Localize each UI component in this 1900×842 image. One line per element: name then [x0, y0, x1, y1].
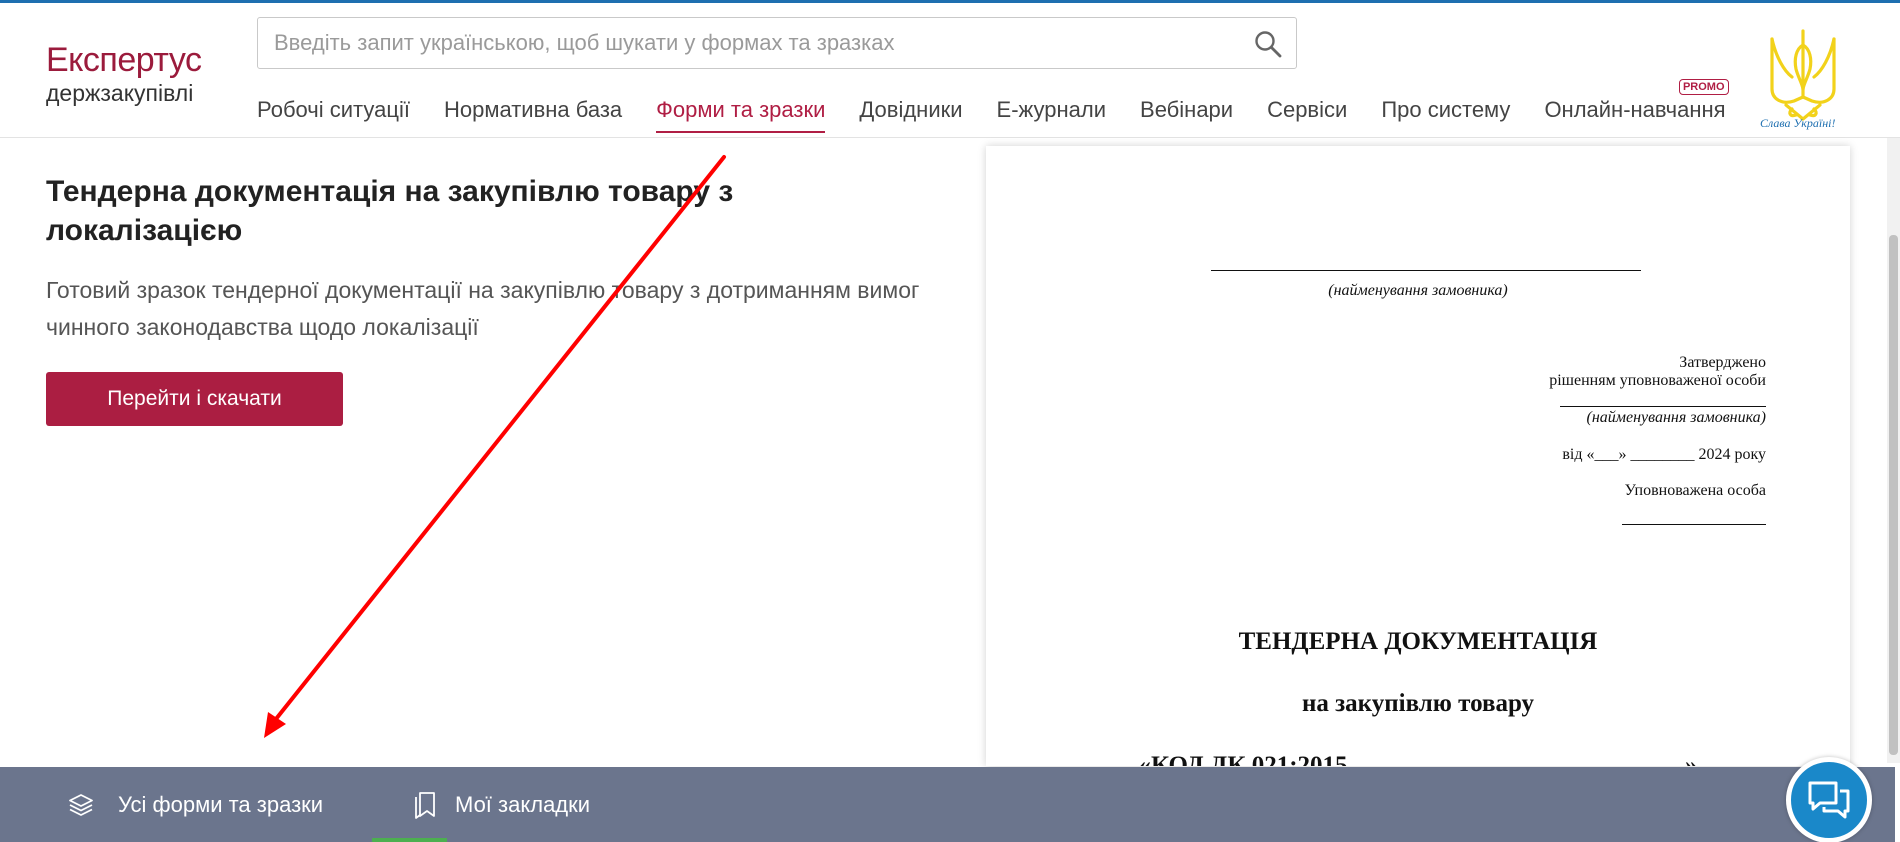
search-box [257, 17, 1297, 69]
logo[interactable]: Експертус держзакупівлі [46, 41, 202, 107]
all-forms-label: Усі форми та зразки [118, 791, 324, 817]
page: Експертус держзакупівлі Робочі ситуації … [0, 0, 1900, 842]
approval-date: від «___» ________ 2024 року [1562, 446, 1766, 463]
main-nav: Робочі ситуації Нормативна база Форми та… [257, 79, 1729, 135]
layers-icon [69, 793, 93, 816]
preview-heading-dk-code: «КОД ДК 021:2015 — _____________________… [1138, 752, 1698, 766]
customer-name-line [1211, 270, 1641, 271]
promo-badge: PROMO [1678, 79, 1729, 95]
bottom-bar: Усі форми та зразки Мої закладки [0, 767, 1895, 842]
nav-item-services[interactable]: Сервіси [1267, 95, 1347, 139]
approved-label: Затверджено [1679, 354, 1766, 371]
document-summary: Тендерна документація на закупівлю товар… [46, 172, 946, 426]
page-scrollbar-thumb[interactable] [1889, 235, 1898, 755]
customer-caption: (найменування замовника) [1328, 282, 1508, 299]
signature-line [1622, 524, 1766, 525]
preview-heading-goods-procurement: на закупівлю товару [1301, 690, 1535, 717]
document-description: Готовий зразок тендерної документації на… [46, 277, 920, 340]
nav-item-handbooks[interactable]: Довідники [859, 95, 962, 139]
go-and-download-button[interactable]: Перейти і скачати [46, 372, 343, 426]
nav-item-e-journals[interactable]: Е-журнали [997, 95, 1106, 139]
nav-item-online-learning-label: Онлайн-навчання [1544, 97, 1726, 122]
search-input[interactable] [274, 18, 1234, 68]
nav-item-forms-and-samples[interactable]: Форми та зразки [656, 95, 826, 139]
my-bookmarks-label: Мої закладки [455, 791, 591, 817]
search-icon[interactable] [1254, 30, 1282, 58]
approver-line [1560, 406, 1766, 407]
approved-by-label: рішенням уповноваженої особи [1549, 372, 1766, 389]
bottom-bar-indicator [372, 838, 447, 842]
logo-subtitle: держзакупівлі [46, 80, 194, 106]
nav-item-work-situations[interactable]: Робочі ситуації [257, 95, 410, 139]
emblem-caption: Слава Україні! [1760, 116, 1836, 130]
chat-button[interactable] [1786, 757, 1872, 842]
document-title: Тендерна документація на закупівлю товар… [46, 175, 734, 247]
customer-caption-2: (найменування замовника) [1586, 409, 1766, 426]
chat-bubbles-icon [1808, 781, 1850, 819]
nav-item-webinars[interactable]: Вебінари [1140, 95, 1233, 139]
nav-item-regulatory-base[interactable]: Нормативна база [444, 95, 622, 139]
my-bookmarks-button[interactable]: Мої закладки [413, 767, 590, 842]
logo-brand: Експертус [46, 41, 202, 79]
all-forms-button[interactable]: Усі форми та зразки [68, 767, 323, 842]
nav-item-about-system[interactable]: Про систему [1381, 95, 1510, 139]
preview-heading-tender-documentation: ТЕНДЕРНА ДОКУМЕНТАЦІЯ [1238, 628, 1598, 655]
authorized-person-label: Уповноважена особа [1624, 482, 1766, 499]
nav-item-online-learning[interactable]: Онлайн-навчання PROMO [1544, 79, 1729, 139]
header: Експертус держзакупівлі Робочі ситуації … [0, 3, 1900, 138]
document-preview[interactable]: (найменування замовника) Затверджено ріш… [986, 146, 1850, 766]
bookmarks-icon [415, 791, 435, 819]
